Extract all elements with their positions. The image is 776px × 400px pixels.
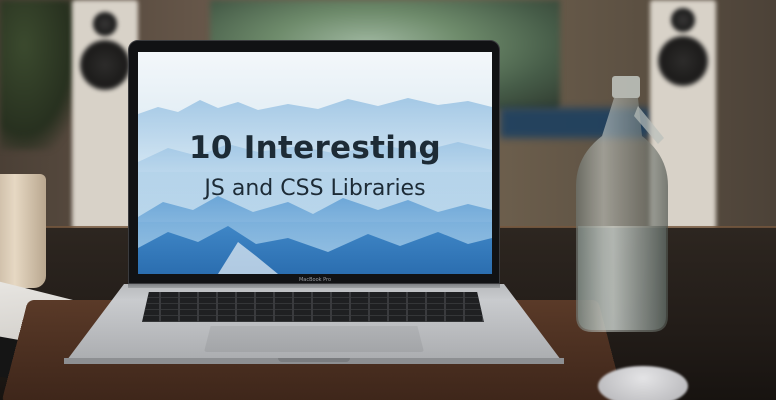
laptop-opening-notch	[278, 358, 350, 362]
right-speaker-tweeter	[671, 8, 695, 32]
screen-subheadline: JS and CSS Libraries	[204, 176, 426, 201]
bezel-model-label: MacBook Pro	[298, 277, 332, 283]
left-speaker-tweeter	[93, 12, 117, 36]
left-speaker-woofer	[80, 40, 130, 90]
background-plant	[0, 0, 80, 150]
coffee-cup	[0, 174, 46, 288]
screen-display: 10 Interesting JS and CSS Libraries	[138, 52, 492, 274]
computer-mouse	[598, 366, 688, 400]
screen-headline: 10 Interesting	[188, 130, 442, 166]
glass-water-bottle	[576, 76, 668, 332]
laptop-screen: 10 Interesting JS and CSS Libraries MacB…	[128, 40, 500, 284]
laptop-trackpad	[204, 326, 424, 352]
photo-scene: 10 Interesting JS and CSS Libraries MacB…	[0, 0, 776, 400]
keyboard-rows	[142, 292, 484, 322]
